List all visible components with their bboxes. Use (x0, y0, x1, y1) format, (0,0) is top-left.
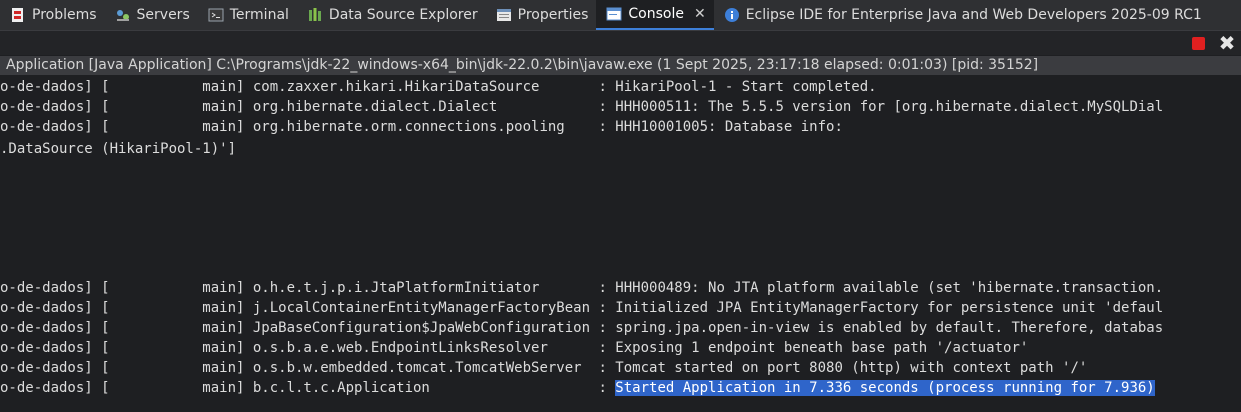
console-line: o-de-dados] [ main] JpaBaseConfiguration… (0, 320, 1164, 336)
console-line: o-de-dados] [ main] org.hibernate.orm.co… (0, 119, 843, 135)
data-source-icon (307, 7, 323, 23)
tab-eclipse-info-label: Eclipse IDE for Enterprise Java and Web … (745, 7, 1202, 23)
info-icon (724, 7, 740, 23)
problems-icon (10, 7, 26, 23)
console-line: o-de-dados] [ main] o.h.e.t.j.p.i.JtaPla… (0, 280, 1164, 296)
servers-icon (115, 7, 131, 23)
terminal-icon (208, 7, 224, 23)
tab-eclipse-info[interactable]: Eclipse IDE for Enterprise Java and Web … (714, 0, 1210, 30)
console-line: o-de-dados] [ main] com.zaxxer.hikari.Hi… (0, 79, 877, 95)
view-tab-bar: Problems Servers Terminal Data Source Ex… (0, 0, 1241, 31)
tab-data-source-explorer-label: Data Source Explorer (328, 7, 478, 23)
console-line-prefix: o-de-dados] [ main] b.c.l.t.c.Applicatio… (0, 380, 616, 396)
tab-problems[interactable]: Problems (0, 0, 105, 30)
tab-servers-label: Servers (136, 7, 190, 23)
console-output[interactable]: o-de-dados] [ main] com.zaxxer.hikari.Hi… (0, 77, 1241, 412)
console-line: o-de-dados] [ main] o.s.b.w.embedded.tom… (0, 360, 1088, 376)
console-line-last: o-de-dados] [ main] b.c.l.t.c.Applicatio… (0, 378, 1155, 398)
tab-terminal[interactable]: Terminal (198, 0, 297, 30)
console-icon (606, 6, 622, 22)
properties-icon (496, 7, 512, 23)
tab-terminal-label: Terminal (229, 7, 289, 23)
close-icon[interactable]: ✕ (694, 6, 706, 22)
tab-problems-label: Problems (32, 7, 97, 23)
remove-launch-icon[interactable]: ✖ (1216, 32, 1238, 54)
tab-properties[interactable]: Properties (486, 0, 597, 30)
console-line: o-de-dados] [ main] o.s.b.a.e.web.Endpoi… (0, 340, 1029, 356)
console-line: .DataSource (HikariPool-1)'] (0, 141, 237, 157)
launch-description: Application [Java Application] C:\Progra… (0, 56, 1241, 75)
tab-properties-label: Properties (517, 7, 589, 23)
selected-text: Started Application in 7.336 seconds (pr… (615, 380, 1155, 396)
console-line: o-de-dados] [ main] j.LocalContainerEnti… (0, 300, 1164, 316)
tab-console-label: Console (628, 6, 684, 22)
console-toolbar (0, 31, 1241, 55)
console-line: o-de-dados] [ main] org.hibernate.dialec… (0, 99, 1164, 115)
tab-console[interactable]: Console ✕ (596, 0, 714, 30)
terminate-icon[interactable] (1192, 37, 1205, 50)
tab-servers[interactable]: Servers (105, 0, 198, 30)
tab-data-source-explorer[interactable]: Data Source Explorer (297, 0, 486, 30)
